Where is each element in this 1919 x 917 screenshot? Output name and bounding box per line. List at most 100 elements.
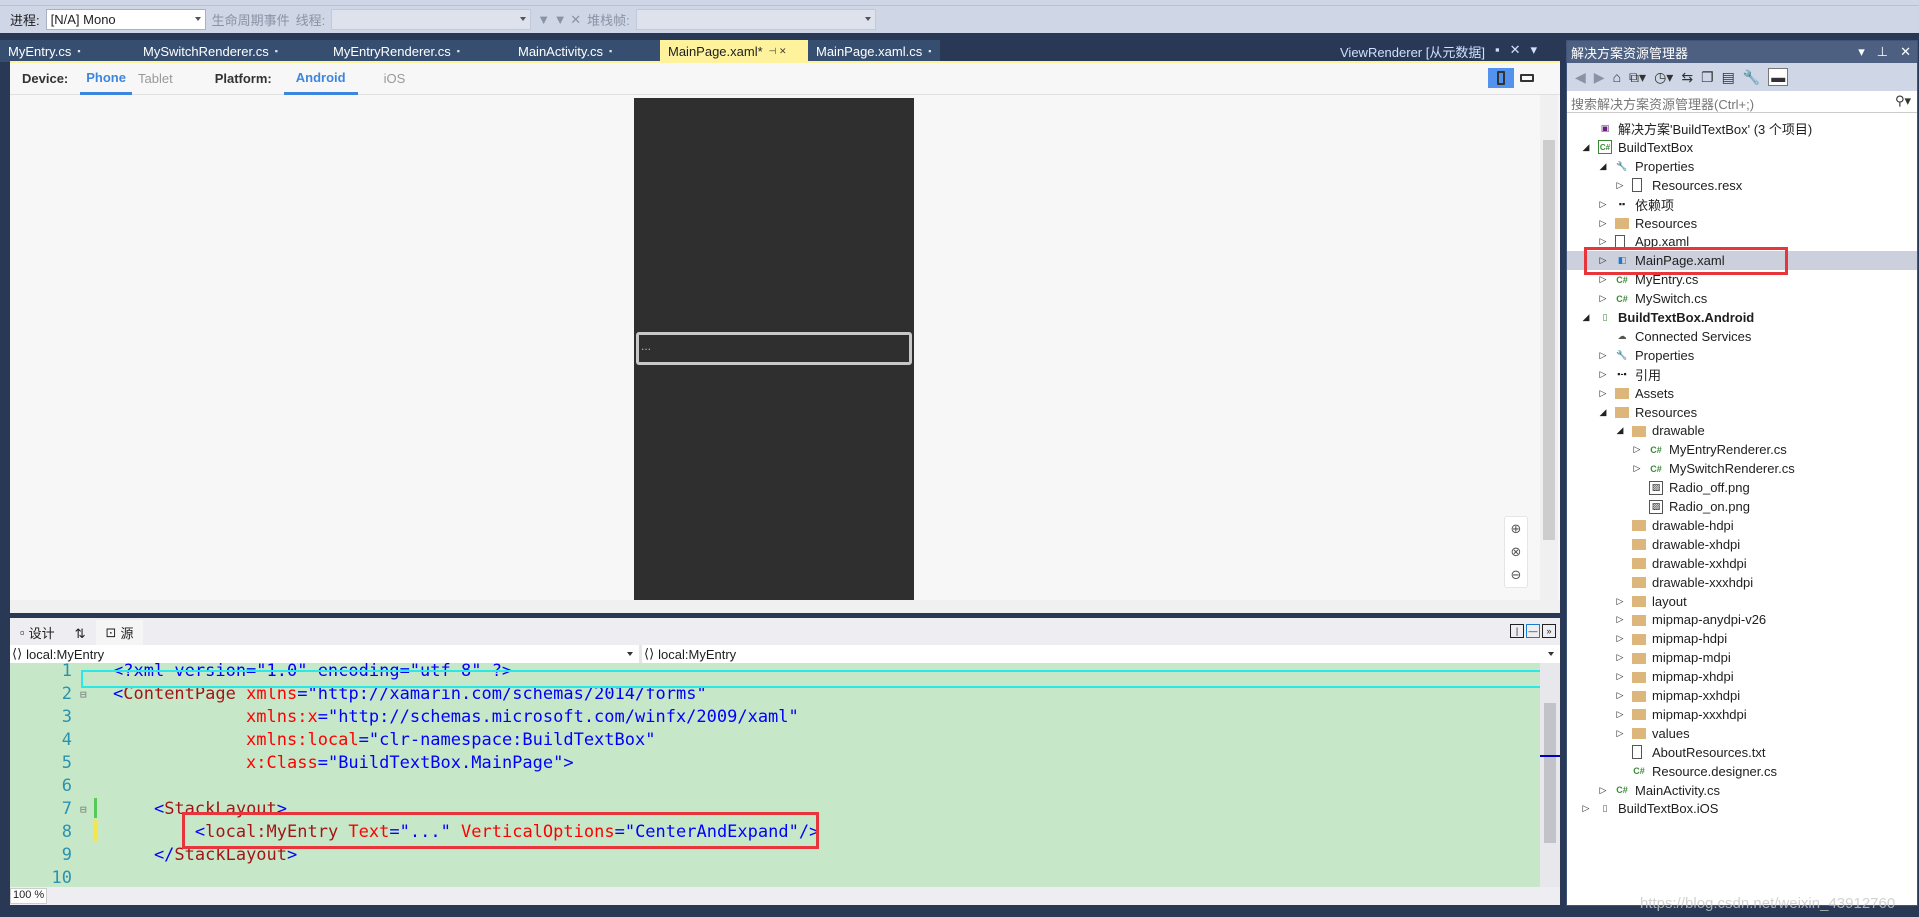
tree-item[interactable]: ▷ C# MainActivity.cs bbox=[1567, 781, 1917, 800]
tab-design[interactable]: ▫ 设计 bbox=[10, 620, 65, 645]
tree-item[interactable]: ▷ Resources bbox=[1567, 214, 1917, 233]
close-icon[interactable]: ✕ bbox=[1900, 44, 1911, 60]
platform-ios-option[interactable]: iOS bbox=[378, 63, 412, 95]
pin-icon[interactable]: ⊥ bbox=[1877, 44, 1888, 60]
code-line[interactable]: 4 xmlns:local="clr-namespace:BuildTextBo… bbox=[10, 729, 1540, 752]
collapsed-arrow-icon[interactable]: ▷ bbox=[1581, 803, 1591, 814]
fold-icon[interactable]: ⊟ bbox=[80, 798, 87, 821]
tree-item[interactable]: ▣ 解决方案'BuildTextBox' (3 个项目) bbox=[1567, 119, 1917, 138]
lock-icon[interactable]: ▪ bbox=[457, 46, 460, 56]
zoom-level-dropdown[interactable]: 100 % bbox=[10, 888, 47, 904]
lock-icon[interactable]: ▪ bbox=[928, 46, 931, 56]
tree-item[interactable]: ◢ C# BuildTextBox bbox=[1567, 138, 1917, 157]
sync-icon[interactable]: ⇆ bbox=[1681, 69, 1693, 86]
preview-selected-icon[interactable]: ▬ bbox=[1768, 68, 1789, 86]
device-phone-option[interactable]: Phone bbox=[80, 63, 132, 95]
tree-item[interactable]: ▷ Resources.resx bbox=[1567, 176, 1917, 195]
element-dropdown-right[interactable]: ⟨⟩ local:MyEntry bbox=[642, 645, 1560, 663]
swap-panes-button[interactable]: ⇅ bbox=[65, 623, 96, 645]
code-line[interactable]: 6 bbox=[10, 775, 1540, 798]
dropdown-icon[interactable]: ▾ bbox=[1858, 44, 1865, 60]
back-icon[interactable]: ◀ bbox=[1575, 69, 1586, 86]
expanded-arrow-icon[interactable]: ◢ bbox=[1598, 407, 1608, 418]
code-line[interactable]: 10 bbox=[10, 867, 1540, 887]
entry-preview[interactable]: ... bbox=[636, 332, 912, 365]
collapsed-arrow-icon[interactable]: ▷ bbox=[1615, 728, 1625, 739]
tree-item[interactable]: ▷ 🔧 Properties bbox=[1567, 346, 1917, 365]
tree-item[interactable]: ▷ mipmap-anydpi-v26 bbox=[1567, 610, 1917, 629]
collapsed-arrow-icon[interactable]: ▷ bbox=[1615, 690, 1625, 701]
lock-icon[interactable]: ▪ bbox=[77, 46, 80, 56]
code-line[interactable]: 3 xmlns:x="http://schemas.microsoft.com/… bbox=[10, 706, 1540, 729]
expanded-arrow-icon[interactable]: ◢ bbox=[1598, 161, 1608, 172]
pin-icon[interactable]: ▪ bbox=[1495, 42, 1500, 61]
tree-item[interactable]: ▷ mipmap-mdpi bbox=[1567, 648, 1917, 667]
tab-myentry-cs[interactable]: MyEntry.cs ▪ bbox=[0, 40, 135, 62]
previewer-vertical-scrollbar[interactable] bbox=[1540, 95, 1558, 600]
collapse-all-icon[interactable]: ❐ bbox=[1701, 69, 1714, 86]
tab-myentryrenderer-cs[interactable]: MyEntryRenderer.cs ▪ bbox=[325, 40, 510, 62]
tree-item[interactable]: C# Resource.designer.cs bbox=[1567, 762, 1917, 781]
tree-item[interactable]: ▷ ▪-▪ 引用 bbox=[1567, 365, 1917, 384]
platform-android-option[interactable]: Android bbox=[283, 63, 358, 95]
zoom-out-icon[interactable]: ⊖ bbox=[1511, 567, 1522, 583]
tab-list-dropdown-icon[interactable]: ▾ bbox=[1531, 42, 1538, 61]
forward-icon[interactable]: ▶ bbox=[1594, 69, 1605, 86]
tree-item[interactable]: ▨ Radio_on.png bbox=[1567, 497, 1917, 516]
tree-item[interactable]: drawable-xhdpi bbox=[1567, 535, 1917, 554]
tree-item[interactable]: drawable-hdpi bbox=[1567, 516, 1917, 535]
collapsed-arrow-icon[interactable]: ▷ bbox=[1632, 444, 1642, 455]
collapsed-arrow-icon[interactable]: ▷ bbox=[1598, 274, 1608, 285]
tree-item[interactable]: ▷ mipmap-xxxhdpi bbox=[1567, 705, 1917, 724]
tree-item[interactable]: ◢ drawable bbox=[1567, 421, 1917, 440]
collapsed-arrow-icon[interactable]: ▷ bbox=[1598, 350, 1608, 361]
code-editor[interactable]: 1 <?xml version="1.0" encoding="utf-8" ?>… bbox=[10, 663, 1540, 887]
collapsed-arrow-icon[interactable]: ▷ bbox=[1615, 652, 1625, 663]
previewer-horizontal-scrollbar[interactable] bbox=[10, 600, 1560, 613]
tree-item[interactable]: ◢ Resources bbox=[1567, 403, 1917, 422]
tree-item[interactable]: ▷ values bbox=[1567, 724, 1917, 743]
tree-item[interactable]: drawable-xxxhdpi bbox=[1567, 573, 1917, 592]
element-dropdown-left[interactable]: ⟨⟩ local:MyEntry bbox=[10, 645, 642, 663]
lock-icon[interactable]: ▪ bbox=[609, 46, 612, 56]
lifecycle-events-button[interactable]: 生命周期事件 bbox=[212, 10, 290, 29]
collapsed-arrow-icon[interactable]: ▷ bbox=[1598, 388, 1608, 399]
collapsed-arrow-icon[interactable]: ▷ bbox=[1598, 369, 1608, 380]
landscape-icon[interactable] bbox=[1514, 68, 1540, 88]
device-tablet-option[interactable]: Tablet bbox=[132, 63, 179, 95]
solution-search-input[interactable]: 搜索解决方案资源管理器(Ctrl+;) ⚲▾ bbox=[1567, 91, 1917, 113]
collapsed-arrow-icon[interactable]: ▷ bbox=[1598, 199, 1608, 210]
process-dropdown[interactable]: [N/A] Mono bbox=[45, 9, 206, 30]
tree-item[interactable]: ◢ 🔧 Properties bbox=[1567, 157, 1917, 176]
tree-item[interactable]: ◢ ▯ BuildTextBox.Android bbox=[1567, 308, 1917, 327]
collapsed-arrow-icon[interactable]: ▷ bbox=[1632, 463, 1642, 474]
tree-item[interactable]: ▷ C# MySwitch.cs bbox=[1567, 289, 1917, 308]
scroll-thumb[interactable] bbox=[1543, 140, 1555, 540]
show-all-files-icon[interactable]: ▤ bbox=[1722, 69, 1735, 86]
code-line[interactable]: 5 x:Class="BuildTextBox.MainPage"> bbox=[10, 752, 1540, 775]
tree-item[interactable]: ▨ Radio_off.png bbox=[1567, 478, 1917, 497]
collapsed-arrow-icon[interactable]: ▷ bbox=[1615, 709, 1625, 720]
tab-myswitchrenderer-cs[interactable]: MySwitchRenderer.cs ▪ bbox=[135, 40, 325, 62]
home-icon[interactable]: ⌂ bbox=[1613, 69, 1621, 85]
tree-item[interactable]: ▷ C# MyEntryRenderer.cs bbox=[1567, 440, 1917, 459]
tree-item[interactable]: ☁ Connected Services bbox=[1567, 327, 1917, 346]
collapsed-arrow-icon[interactable]: ▷ bbox=[1615, 633, 1625, 644]
collapsed-arrow-icon[interactable]: ▷ bbox=[1598, 218, 1608, 229]
collapsed-arrow-icon[interactable]: ▷ bbox=[1598, 293, 1608, 304]
collapsed-arrow-icon[interactable]: ▷ bbox=[1598, 236, 1608, 247]
tab-mainpage-xaml-[interactable]: MainPage.xaml* ⊣ ✕ bbox=[660, 40, 808, 62]
tree-item[interactable]: ▷ Assets bbox=[1567, 384, 1917, 403]
scroll-thumb[interactable] bbox=[1544, 703, 1556, 843]
expanded-arrow-icon[interactable]: ◢ bbox=[1615, 425, 1625, 436]
tree-item[interactable]: ▷ C# MySwitchRenderer.cs bbox=[1567, 459, 1917, 478]
vertical-split-icon[interactable]: | bbox=[1510, 624, 1524, 638]
tree-item[interactable]: ▷ ▪▪ 依赖项 bbox=[1567, 195, 1917, 214]
collapse-pane-icon[interactable]: » bbox=[1542, 624, 1556, 638]
collapsed-arrow-icon[interactable]: ▷ bbox=[1615, 614, 1625, 625]
collapsed-arrow-icon[interactable]: ▷ bbox=[1615, 180, 1625, 191]
close-icon[interactable]: ✕ bbox=[1510, 42, 1521, 61]
collapsed-arrow-icon[interactable]: ▷ bbox=[1615, 596, 1625, 607]
tree-item[interactable]: ▷ mipmap-hdpi bbox=[1567, 629, 1917, 648]
filter-icon[interactable]: ▼ ▼ ✕ bbox=[537, 12, 581, 28]
